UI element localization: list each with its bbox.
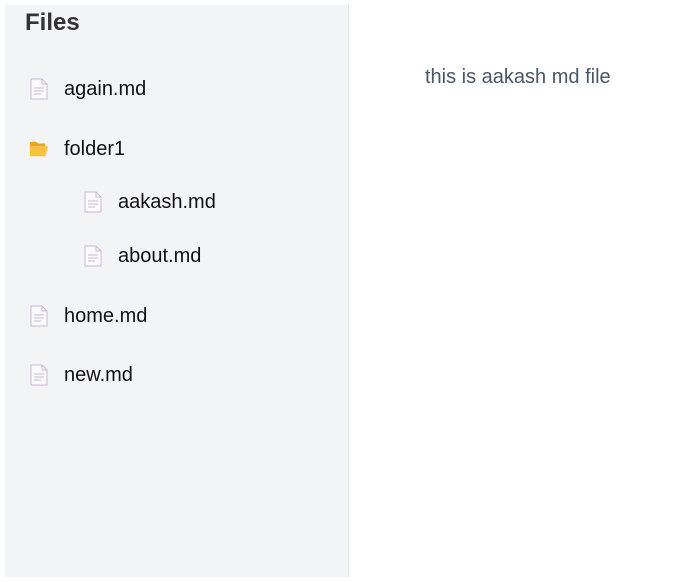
sidebar-item-label: again.md bbox=[64, 77, 147, 100]
app-window: Files again.md folder1 aakash.md about.m… bbox=[0, 0, 686, 582]
file-content-pane: this is aakash md file bbox=[349, 5, 681, 577]
sidebar-item-new-md[interactable]: new.md bbox=[29, 361, 133, 389]
sidebar-title: Files bbox=[25, 9, 80, 36]
sidebar-item-aakash-md[interactable]: aakash.md bbox=[83, 188, 216, 216]
folder-open-icon bbox=[29, 138, 49, 160]
sidebar-item-home-md[interactable]: home.md bbox=[29, 302, 147, 330]
sidebar-item-label: new.md bbox=[64, 363, 133, 386]
file-icon bbox=[29, 364, 49, 386]
file-icon bbox=[83, 191, 103, 213]
file-content-text: this is aakash md file bbox=[425, 66, 611, 88]
sidebar-item-about-md[interactable]: about.md bbox=[83, 242, 201, 270]
sidebar-item-label: home.md bbox=[64, 304, 148, 327]
file-icon bbox=[29, 305, 49, 327]
file-sidebar: Files again.md folder1 aakash.md about.m… bbox=[5, 5, 349, 577]
sidebar-item-label: aakash.md bbox=[118, 190, 216, 213]
sidebar-item-label: folder1 bbox=[64, 137, 126, 160]
file-icon bbox=[29, 78, 49, 100]
sidebar-item-again-md[interactable]: again.md bbox=[29, 75, 146, 103]
sidebar-item-label: about.md bbox=[118, 244, 202, 267]
sidebar-item-folder1[interactable]: folder1 bbox=[29, 135, 125, 163]
file-icon bbox=[83, 245, 103, 267]
